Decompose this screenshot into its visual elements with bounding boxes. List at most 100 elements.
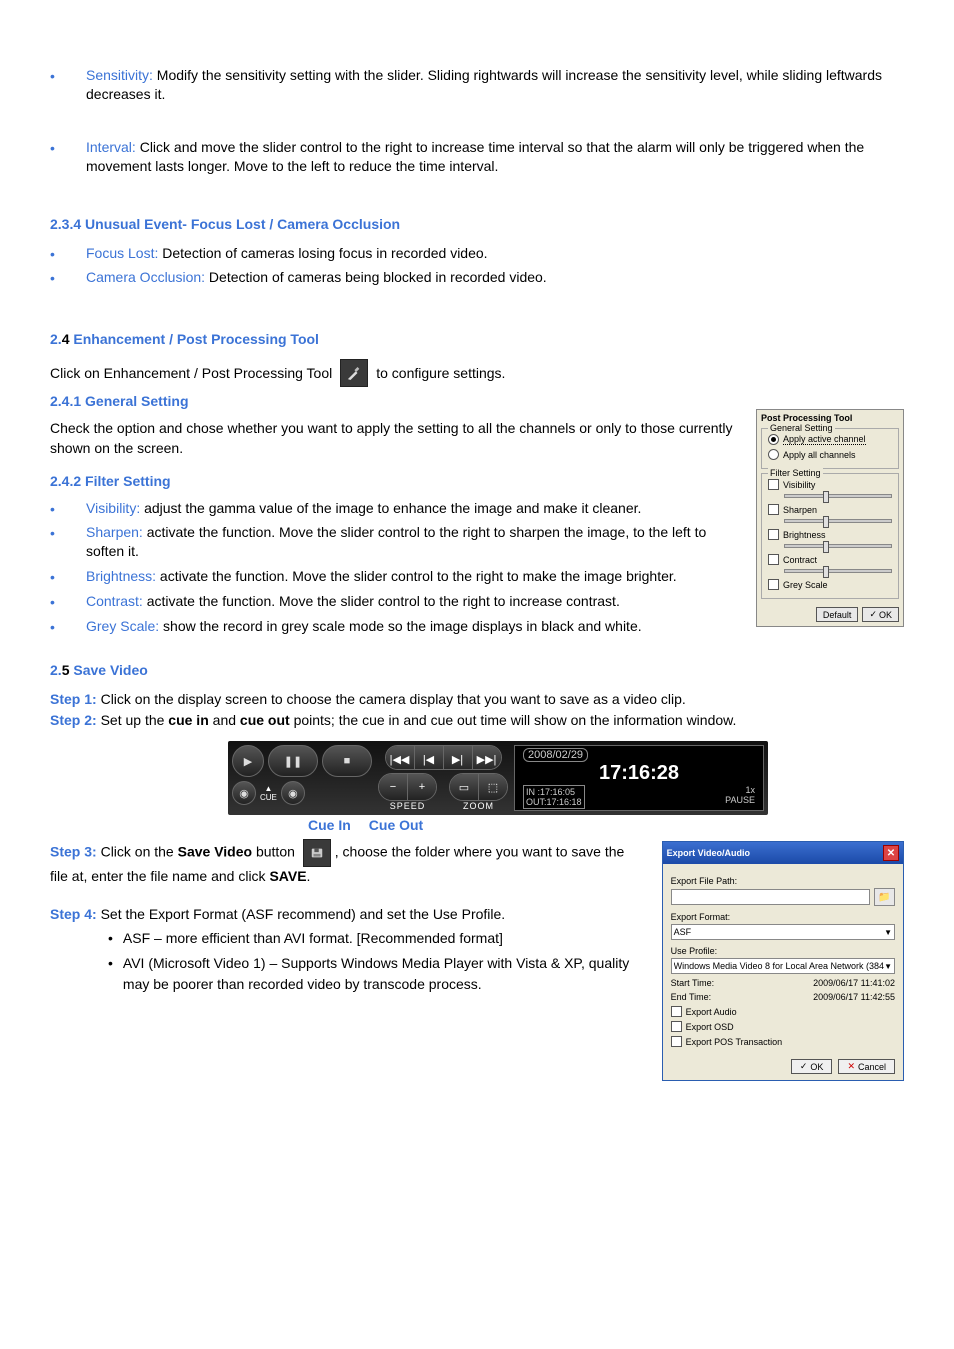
body-text: activate the function. Move the slider c… [86, 524, 706, 559]
check-label: Grey Scale [783, 580, 828, 590]
profile-value: Windows Media Video 8 for Local Area Net… [674, 961, 884, 971]
cue-out-button[interactable]: ◉ [281, 781, 305, 805]
format-select[interactable]: ASF▼ [671, 924, 895, 940]
check-icon: ✓ [869, 609, 877, 620]
skip-prev-button[interactable]: |◀ [414, 746, 443, 770]
step3-c: button [252, 844, 299, 860]
checkbox-icon [671, 1006, 682, 1017]
zoom-rect-button[interactable]: ▭ [450, 774, 478, 800]
step4-b2: AVI (Microsoft Video 1) – Supports Windo… [123, 953, 638, 995]
pp-line-a: Click on Enhancement / Post Processing T… [50, 364, 332, 384]
pp-tool-line: Click on Enhancement / Post Processing T… [50, 359, 904, 387]
body-text: activate the function. Move the slider c… [156, 568, 677, 584]
step4-bullet: •AVI (Microsoft Video 1) – Supports Wind… [108, 953, 638, 995]
browse-button[interactable]: 📁 [874, 888, 895, 906]
speed-up-button[interactable]: + [407, 774, 436, 800]
body-text: show the record in grey scale mode so th… [159, 618, 641, 634]
skip-controls: |◀◀ |◀ ▶| ▶▶| [385, 745, 502, 770]
check-label: Export POS Transaction [686, 1037, 783, 1047]
cuein-label: Cue In [308, 817, 351, 833]
cue-labels: Cue In Cue Out [308, 817, 904, 833]
inout-box: IN :17:16:05 OUT:17:16:18 [523, 785, 585, 809]
enhancement-icon [340, 359, 368, 387]
check-brightness[interactable]: Brightness [766, 527, 894, 542]
bullet-item: • Camera Occlusion: Detection of cameras… [50, 268, 904, 287]
cueout-label: Cue Out [369, 817, 423, 833]
speed-down-button[interactable]: − [379, 774, 407, 800]
heading-241: 2.4.1 General Setting [50, 393, 904, 409]
p241: Check the option and chose whether you w… [50, 419, 736, 458]
cue-label: ▲CUE [260, 784, 277, 802]
check-label: Visibility [783, 480, 815, 490]
term-visibility: Visibility: [86, 500, 140, 516]
playback-info: 2008/02/29 17:16:28 IN :17:16:05 OUT:17:… [514, 745, 764, 811]
zoom-wide-button[interactable]: ⬚ [478, 774, 507, 800]
play-button[interactable]: ▶ [232, 745, 264, 777]
radio-icon [768, 449, 779, 460]
export-dialog: Export Video/Audio ✕ Export File Path: 📁… [662, 841, 904, 1081]
pause-button[interactable]: ❚❚ [268, 745, 318, 777]
body-text: Detection of cameras being blocked in re… [205, 269, 547, 285]
post-processing-panel: Post Processing Tool General Setting App… [756, 409, 904, 627]
step4-label: Step 4: [50, 906, 97, 922]
heading-24-prefix: 2. [50, 331, 62, 347]
step4-bullet: •ASF – more efficient than AVI format. [… [108, 928, 638, 949]
path-label: Export File Path: [671, 876, 895, 886]
step2-a: Set up the [97, 712, 169, 728]
skip-last-button[interactable]: ▶▶| [472, 746, 501, 770]
radio-apply-active[interactable]: Apply active channel [766, 432, 894, 447]
heading-242: 2.4.2 Filter Setting [50, 473, 736, 489]
slider-sharpen[interactable] [784, 519, 892, 523]
cue-in-button[interactable]: ◉ [232, 781, 256, 805]
playback-rate: 1x [725, 785, 755, 795]
playback-date: 2008/02/29 [523, 748, 588, 762]
export-pos-check[interactable]: Export POS Transaction [671, 1036, 895, 1047]
slider-contract[interactable] [784, 569, 892, 573]
slider-visibility[interactable] [784, 494, 892, 498]
heading-24-title: Enhancement / Post Processing Tool [69, 331, 318, 347]
check-icon: ✓ [800, 1061, 808, 1072]
profile-label: Use Profile: [671, 946, 895, 956]
skip-next-button[interactable]: ▶| [443, 746, 472, 770]
heading-25: 2.5 Save Video [50, 662, 904, 678]
path-input[interactable] [671, 889, 870, 905]
check май поддsharki[interactable]: Sharpen [766, 502, 894, 517]
term-contrast: Contrast: [86, 593, 143, 609]
body-text: adjust the gamma value of the image to e… [140, 500, 641, 516]
filter-setting-legend: Filter Setting [768, 468, 823, 478]
heading-234: 2.3.4 Unusual Event- Focus Lost / Camera… [50, 216, 904, 232]
dialog-title: Export Video/Audio [667, 848, 750, 858]
skip-first-button[interactable]: |◀◀ [386, 746, 414, 770]
cancel-label: Cancel [858, 1062, 886, 1072]
close-button[interactable]: ✕ [883, 845, 899, 861]
pp-line-b: to configure settings. [376, 364, 505, 384]
checkbox-icon [768, 479, 779, 490]
speed-label: SPEED [390, 801, 426, 811]
checkbox-icon [671, 1021, 682, 1032]
end-label: End Time: [671, 992, 712, 1002]
stop-button[interactable]: ■ [322, 745, 372, 777]
checkbox-icon [768, 529, 779, 540]
cancel-button[interactable]: ✕Cancel [838, 1059, 895, 1074]
term-focuslost: Focus Lost: [86, 245, 158, 261]
step1: Step 1: Click on the display screen to c… [50, 690, 904, 710]
default-button[interactable]: Default [816, 607, 859, 622]
ok-button[interactable]: ✓OK [791, 1059, 833, 1074]
playback-screenshot: ▶ ❚❚ ■ ◉ ▲CUE ◉ |◀◀ |◀ ▶| ▶▶| [228, 741, 904, 833]
slider-brightness[interactable] [784, 544, 892, 548]
check-greyscale[interactable]: Grey Scale [766, 577, 894, 592]
check-label: Contract [783, 555, 817, 565]
step2-e: points; the cue in and cue out time will… [290, 712, 737, 728]
checkbox-icon [671, 1036, 682, 1047]
export-osd-check[interactable]: Export OSD [671, 1021, 895, 1032]
body-text: Click and move the slider control to the… [86, 139, 864, 174]
ok-button[interactable]: ✓OK [862, 607, 899, 622]
radio-apply-all[interactable]: Apply all channels [766, 447, 894, 462]
profile-select[interactable]: Windows Media Video 8 for Local Area Net… [671, 958, 895, 974]
export-audio-check[interactable]: Export Audio [671, 1006, 895, 1017]
check-visibility[interactable]: Visibility [766, 477, 894, 492]
radio-label: Apply active channel [783, 434, 866, 445]
term-sensitivity: Sensitivity: [86, 67, 153, 83]
checkbox-icon [768, 554, 779, 565]
check-contract[interactable]: Contract [766, 552, 894, 567]
